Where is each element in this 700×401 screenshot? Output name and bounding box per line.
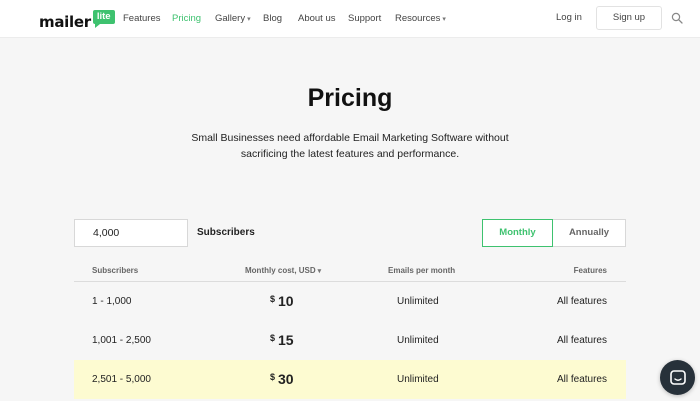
currency-symbol: $ <box>270 372 276 382</box>
subscribers-label: Subscribers <box>197 227 255 238</box>
billing-annually-toggle[interactable]: Annually <box>553 219 626 247</box>
top-navigation: mailer lite Features Pricing Gallery ▾ Bl… <box>0 0 700 38</box>
row-features: All features <box>556 296 607 307</box>
chevron-down-icon: ▾ <box>247 16 251 23</box>
row-price: $30 <box>270 371 294 387</box>
price-amount: 30 <box>278 371 294 387</box>
logo-badge: lite <box>92 10 115 28</box>
login-link[interactable]: Log in <box>556 12 582 23</box>
logo-wordmark: mailer <box>39 13 91 31</box>
table-row-highlighted: 2,501 - 5,000 $30 Unlimited All features <box>74 360 626 399</box>
chevron-down-icon: ▾ <box>442 16 446 23</box>
billing-monthly-toggle[interactable]: Monthly <box>482 219 553 247</box>
mailerlite-logo[interactable]: mailer lite <box>39 10 115 32</box>
column-header-subscribers[interactable]: Subscribers <box>92 266 138 275</box>
column-header-cost-label: Monthly cost, USD <box>245 266 316 275</box>
row-price: $10 <box>270 293 294 309</box>
subscribers-input[interactable]: 4,000 <box>74 219 188 247</box>
subtitle-line-2: sacrificing the latest features and perf… <box>240 148 460 160</box>
nav-item-blog[interactable]: Blog <box>263 13 282 24</box>
row-subscribers: 1 - 1,000 <box>92 296 132 307</box>
pricing-table: Subscribers Monthly cost, USD ▾ Emails pe… <box>74 259 626 399</box>
chevron-down-icon: ▾ <box>317 268 322 275</box>
nav-item-features[interactable]: Features <box>123 13 161 24</box>
nav-item-gallery-label: Gallery <box>215 13 246 24</box>
row-emails: Unlimited <box>397 374 439 385</box>
column-header-features: Features <box>573 266 607 275</box>
table-header: Subscribers Monthly cost, USD ▾ Emails pe… <box>74 259 626 282</box>
row-emails: Unlimited <box>397 335 439 346</box>
row-subscribers: 2,501 - 5,000 <box>92 374 151 385</box>
column-header-cost[interactable]: Monthly cost, USD ▾ <box>245 266 321 275</box>
nav-item-resources-label: Resources <box>395 13 441 24</box>
search-icon[interactable] <box>671 12 683 24</box>
subtitle-line-1: Small Businesses need affordable Email M… <box>191 132 509 144</box>
column-header-emails: Emails per month <box>388 266 456 275</box>
row-features: All features <box>556 335 607 346</box>
nav-item-support[interactable]: Support <box>348 13 381 24</box>
table-row: 1 - 1,000 $10 Unlimited All features <box>74 282 626 321</box>
nav-item-gallery[interactable]: Gallery ▾ <box>215 13 251 24</box>
row-features: All features <box>556 374 607 385</box>
nav-item-pricing[interactable]: Pricing <box>172 13 201 24</box>
price-amount: 15 <box>278 332 294 348</box>
table-row: 1,001 - 2,500 $15 Unlimited All features <box>74 321 626 360</box>
row-subscribers: 1,001 - 2,500 <box>92 335 151 346</box>
chat-button[interactable] <box>660 360 695 395</box>
currency-symbol: $ <box>270 333 276 343</box>
page-subtitle: Small Businesses need affordable Email M… <box>190 130 510 162</box>
signup-button[interactable]: Sign up <box>596 6 662 30</box>
nav-item-resources[interactable]: Resources ▾ <box>395 13 446 24</box>
price-amount: 10 <box>278 293 294 309</box>
nav-item-about-us[interactable]: About us <box>298 13 336 24</box>
chat-icon <box>669 369 686 385</box>
row-emails: Unlimited <box>397 296 439 307</box>
currency-symbol: $ <box>270 294 276 304</box>
page-title: Pricing <box>307 84 393 112</box>
row-price: $15 <box>270 332 294 348</box>
